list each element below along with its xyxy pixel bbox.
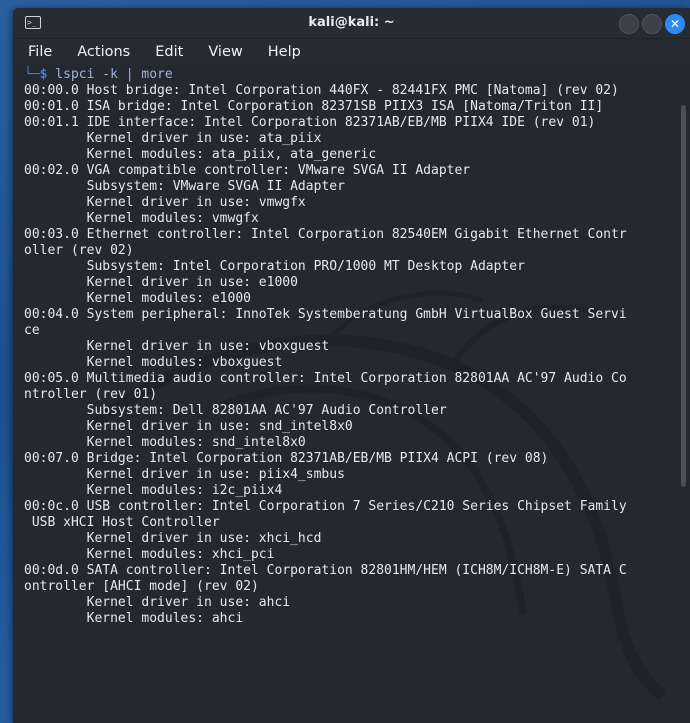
menu-actions[interactable]: Actions (64, 44, 142, 60)
menu-edit[interactable]: Edit (142, 44, 195, 60)
output-line: Kernel modules: i2c_piix4 (24, 483, 283, 498)
menu-view[interactable]: View (195, 44, 254, 60)
output-line: 00:02.0 VGA compatible controller: VMwar… (24, 163, 471, 178)
output-line: Kernel modules: ahci (24, 611, 244, 626)
output-line: 00:01.1 IDE interface: Intel Corporation… (24, 115, 596, 130)
output-line: Subsystem: Dell 82801AA AC'97 Audio Cont… (24, 403, 447, 418)
output-line: Kernel driver in use: xhci_hcd (24, 531, 322, 546)
menu-file[interactable]: File (15, 44, 64, 60)
output-line: 00:03.0 Ethernet controller: Intel Corpo… (24, 227, 627, 242)
output-line: Kernel modules: xhci_pci (24, 547, 275, 562)
output-line: Kernel modules: ata_piix, ata_generic (24, 147, 377, 162)
output-line: Subsystem: VMware SVGA II Adapter (24, 179, 345, 194)
window-title: kali@kali: ~ (308, 15, 395, 30)
close-icon: ✕ (669, 17, 681, 31)
menu-bar: File Actions Edit View Help (13, 39, 690, 65)
output-line: Kernel driver in use: e1000 (24, 275, 298, 290)
output-line: Subsystem: Intel Corporation PRO/1000 MT… (24, 259, 525, 274)
output-line: Kernel driver in use: vmwgfx (24, 195, 306, 210)
output-line: Kernel driver in use: ata_piix (24, 131, 322, 146)
close-button[interactable]: ✕ (665, 14, 685, 34)
output-line: Kernel modules: vboxguest (24, 355, 283, 370)
output-line: Kernel driver in use: ahci (24, 595, 291, 610)
terminal-output: └─$ lspci -k | more 00:00.0 Host bridge: … (13, 65, 690, 627)
prompt-line: └─$ lspci -k | more (24, 67, 690, 83)
output-line: 00:04.0 System peripheral: InnoTek Syste… (24, 307, 627, 322)
command-text: lspci -k | more (47, 67, 173, 82)
output-line: ontroller [AHCI mode] (rev 02) (24, 579, 259, 594)
output-line: USB xHCI Host Controller (24, 515, 220, 530)
maximize-button[interactable] (642, 14, 662, 34)
output-line: ntroller (rev 01) (24, 387, 158, 402)
output-line: 00:00.0 Host bridge: Intel Corporation 4… (24, 83, 619, 98)
output-line: Kernel driver in use: vboxguest (24, 339, 330, 354)
prompt-corner: └─ (24, 67, 40, 82)
minimize-button[interactable] (619, 14, 639, 34)
menu-help[interactable]: Help (255, 44, 313, 60)
terminal-area[interactable]: └─$ lspci -k | more 00:00.0 Host bridge: … (13, 65, 690, 723)
output-line: Kernel driver in use: piix4_smbus (24, 467, 345, 482)
output-line: oller (rev 02) (24, 243, 134, 258)
output-line: Kernel driver in use: snd_intel8x0 (24, 419, 353, 434)
output-line: 00:01.0 ISA bridge: Intel Corporation 82… (24, 99, 604, 114)
output-line: Kernel modules: e1000 (24, 291, 251, 306)
output-line: 00:0d.0 SATA controller: Intel Corporati… (24, 563, 627, 578)
output-line: Kernel modules: vmwgfx (24, 211, 259, 226)
output-line: ce (24, 323, 40, 338)
title-bar[interactable]: >_ kali@kali: ~ ✕ (13, 8, 690, 39)
output-line: Kernel modules: snd_intel8x0 (24, 435, 306, 450)
output-line: 00:0c.0 USB controller: Intel Corporatio… (24, 499, 627, 514)
terminal-window: >_ kali@kali: ~ ✕ File Actions Edit View… (13, 8, 690, 723)
output-line: 00:05.0 Multimedia audio controller: Int… (24, 371, 627, 386)
output-line: 00:07.0 Bridge: Intel Corporation 82371A… (24, 451, 549, 466)
